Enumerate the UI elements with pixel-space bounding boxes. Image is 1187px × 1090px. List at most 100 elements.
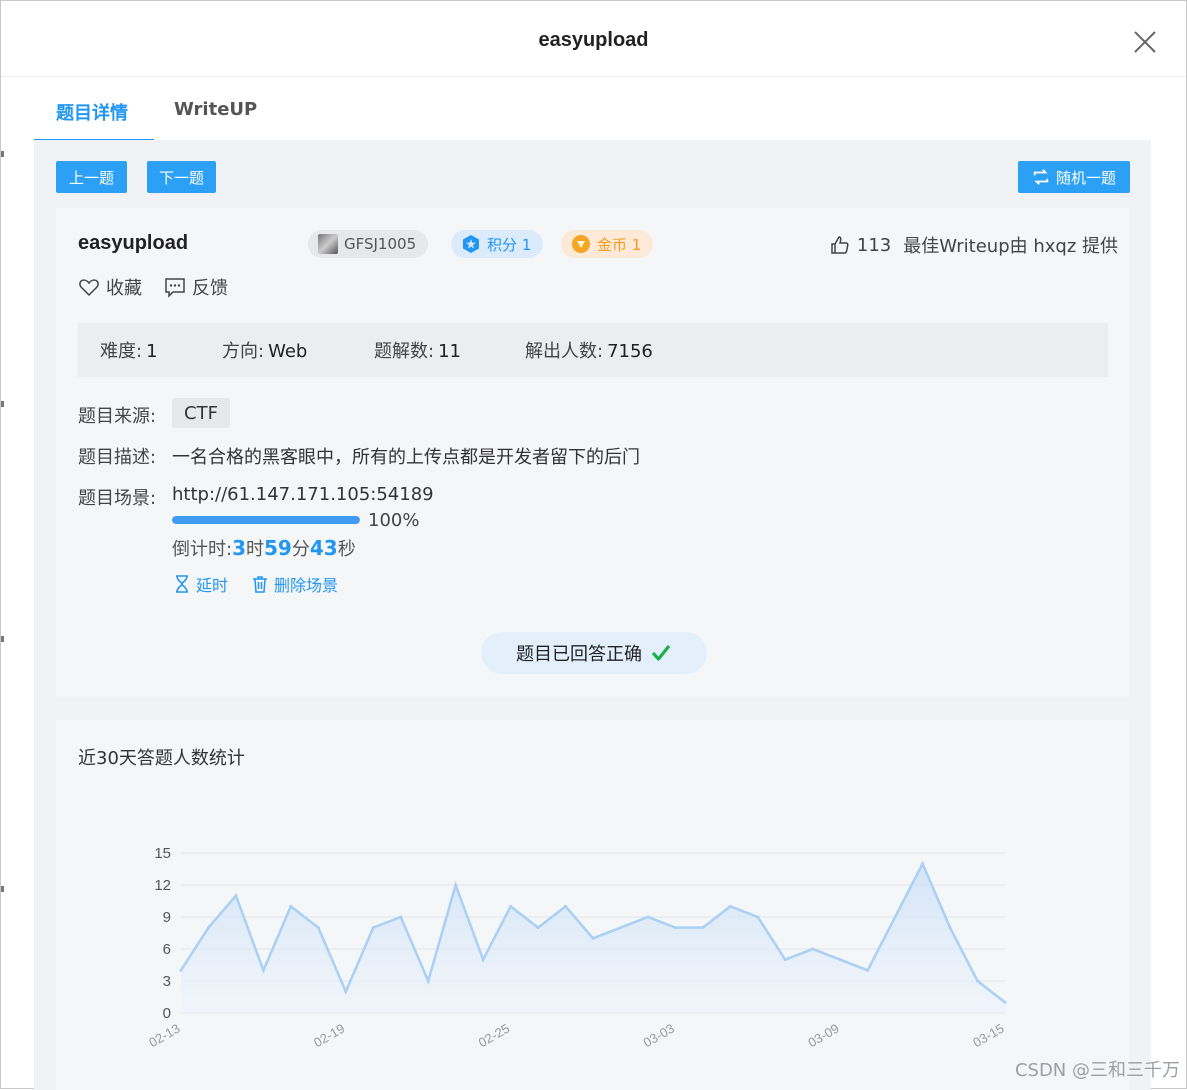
check-icon bbox=[651, 644, 671, 661]
scene-progress-fill bbox=[172, 516, 360, 524]
stat-label: 解出人数: bbox=[525, 341, 604, 362]
trash-icon bbox=[253, 576, 268, 593]
likes-info: 113 最佳Writeup由 hxqz 提供 bbox=[829, 232, 1118, 258]
data-point bbox=[921, 862, 925, 866]
data-point bbox=[206, 926, 210, 930]
data-point bbox=[701, 926, 705, 930]
feedback-label: 反馈 bbox=[192, 278, 228, 299]
x-tick-label: 03-03 bbox=[641, 1021, 677, 1051]
data-point bbox=[509, 904, 513, 908]
tab-writeup[interactable]: WriteUP bbox=[174, 99, 257, 120]
data-point bbox=[289, 904, 293, 908]
data-point bbox=[179, 968, 183, 972]
challenge-name: easyupload bbox=[78, 232, 189, 254]
data-point bbox=[591, 936, 595, 940]
modal-title: easyupload bbox=[538, 29, 649, 51]
stats-chart-card: 近30天答题人数统计 0 3 6 9 12 15 02-13 02-19 02-25 03-03 0… bbox=[56, 720, 1130, 1090]
random-label: 随机一题 bbox=[1055, 168, 1116, 187]
stat-value: 7156 bbox=[607, 341, 653, 362]
data-point bbox=[426, 979, 430, 983]
data-point bbox=[618, 926, 622, 930]
scene-progress-bar bbox=[172, 516, 360, 524]
random-button[interactable]: 随机一题 bbox=[1018, 161, 1130, 193]
data-point bbox=[866, 968, 870, 972]
scene-label: 题目场景: bbox=[78, 488, 157, 509]
answered-status: 题目已回答正确 bbox=[481, 632, 707, 674]
challenge-card: easyupload GFSJ1005 积分 1 金币 1 113 最佳Writ… bbox=[56, 208, 1130, 697]
y-tick-label: 9 bbox=[163, 909, 171, 926]
thumbs-up-icon[interactable] bbox=[829, 234, 851, 256]
y-tick-label: 6 bbox=[163, 941, 171, 958]
edge-mark bbox=[1, 636, 4, 642]
watermark: CSDN @三和三千万 bbox=[1014, 1060, 1180, 1081]
stat-label: 题解数: bbox=[374, 341, 435, 362]
edge-mark bbox=[1, 401, 4, 407]
answers-area-chart: 0 3 6 9 12 15 02-13 02-19 02-25 03-03 03-09 03-15 bbox=[146, 845, 1007, 1051]
y-tick-label: 0 bbox=[163, 1005, 171, 1022]
x-tick-label: 03-15 bbox=[970, 1021, 1006, 1051]
author-badge[interactable]: GFSJ1005 bbox=[308, 230, 429, 258]
data-point bbox=[646, 915, 650, 919]
data-point bbox=[783, 958, 787, 962]
delete-scene-button[interactable]: 删除场景 bbox=[250, 572, 338, 596]
countdown: 倒计时:3时59分43秒 bbox=[172, 535, 356, 561]
data-point bbox=[811, 947, 815, 951]
x-tick-label: 02-19 bbox=[311, 1021, 347, 1051]
content-area: 上一题 下一题 随机一题 easyupload GFSJ1005 积分 1 金币… bbox=[34, 140, 1151, 1090]
stat-value: 1 bbox=[146, 341, 158, 362]
data-point bbox=[838, 958, 842, 962]
score-label: 积分 1 bbox=[487, 235, 532, 254]
favorite-button[interactable]: 收藏 bbox=[78, 274, 142, 300]
data-point bbox=[371, 926, 375, 930]
edge-mark bbox=[1, 886, 4, 892]
progress-percent: 100% bbox=[368, 510, 420, 531]
description-text: 一名合格的黑客眼中，所有的上传点都是开发者留下的后门 bbox=[172, 447, 640, 468]
data-point bbox=[399, 915, 403, 919]
feedback-button[interactable]: 反馈 bbox=[164, 274, 228, 300]
close-icon[interactable] bbox=[1130, 27, 1160, 57]
coin-icon bbox=[572, 235, 590, 253]
data-point bbox=[948, 926, 952, 930]
extend-button[interactable]: 延时 bbox=[172, 572, 228, 596]
heart-icon bbox=[79, 279, 99, 297]
data-point bbox=[673, 926, 677, 930]
y-tick-label: 15 bbox=[154, 845, 171, 862]
seconds-unit: 秒 bbox=[337, 539, 356, 560]
delete-label: 删除场景 bbox=[274, 576, 339, 595]
x-tick-label: 02-13 bbox=[146, 1021, 182, 1051]
y-tick-label: 12 bbox=[154, 877, 171, 894]
hourglass-icon bbox=[176, 575, 188, 593]
score-badge: 积分 1 bbox=[451, 230, 544, 258]
refresh-icon bbox=[1033, 169, 1049, 185]
stat-label: 方向: bbox=[222, 341, 265, 362]
coin-badge: 金币 1 bbox=[561, 230, 654, 258]
countdown-seconds: 43 bbox=[309, 536, 338, 560]
author-avatar-icon bbox=[318, 234, 338, 254]
stat-solvers: 解出人数: 7156 bbox=[525, 337, 653, 363]
data-point bbox=[454, 883, 458, 887]
stat-solutions: 题解数: 11 bbox=[374, 337, 461, 363]
y-tick-label: 3 bbox=[163, 973, 171, 990]
tab-details[interactable]: 题目详情 bbox=[56, 99, 128, 125]
scene-url[interactable]: http://61.147.171.105:54189 bbox=[172, 484, 434, 505]
source-label: 题目来源: bbox=[78, 406, 157, 427]
prev-button[interactable]: 上一题 bbox=[56, 161, 127, 193]
data-point bbox=[536, 926, 540, 930]
data-point bbox=[261, 968, 265, 972]
best-writeup[interactable]: 最佳Writeup由 hxqz 提供 bbox=[903, 232, 1118, 258]
author-badge-label: GFSJ1005 bbox=[344, 235, 417, 253]
likes-count: 113 bbox=[856, 234, 892, 256]
favorite-label: 收藏 bbox=[106, 278, 142, 299]
data-point bbox=[564, 904, 568, 908]
stat-value: Web bbox=[268, 341, 308, 362]
action-row: 收藏 反馈 bbox=[78, 274, 250, 300]
description-label: 题目描述: bbox=[78, 447, 157, 468]
data-point bbox=[976, 979, 980, 983]
stat-value: 11 bbox=[438, 341, 461, 362]
next-button[interactable]: 下一题 bbox=[147, 161, 216, 193]
data-point bbox=[728, 904, 732, 908]
hours-unit: 时 bbox=[246, 539, 264, 560]
data-point bbox=[1003, 1000, 1007, 1004]
data-point bbox=[756, 915, 760, 919]
extend-label: 延时 bbox=[196, 576, 229, 595]
